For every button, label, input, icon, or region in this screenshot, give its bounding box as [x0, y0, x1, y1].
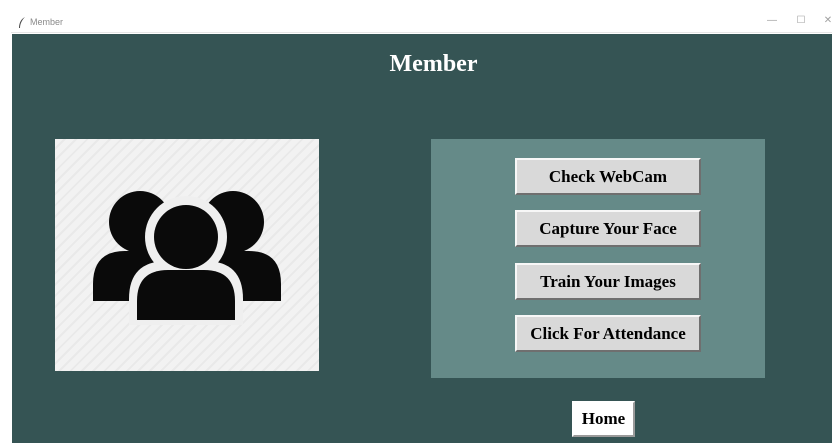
minimize-button[interactable]: —	[765, 15, 779, 27]
train-images-button[interactable]: Train Your Images	[515, 263, 701, 300]
maximize-button[interactable]: ☐	[794, 15, 808, 27]
window-title: Member	[30, 17, 64, 27]
attendance-button[interactable]: Click For Attendance	[515, 315, 701, 352]
feather-icon	[18, 16, 26, 28]
window-titlebar[interactable]: Member — ☐ ✕	[0, 0, 832, 33]
window-border	[0, 0, 11, 443]
close-button[interactable]: ✕	[823, 15, 832, 27]
page-title: Member	[389, 51, 478, 77]
member-image-panel	[55, 139, 319, 371]
home-button[interactable]: Home	[572, 401, 635, 437]
people-group-icon	[93, 191, 281, 325]
actions-panel: Check WebCam Capture Your Face Train You…	[431, 139, 765, 378]
check-webcam-button[interactable]: Check WebCam	[515, 158, 701, 195]
capture-face-button[interactable]: Capture Your Face	[515, 210, 701, 247]
member-window-content: Member Check WebCam Capture Your Face Tr…	[12, 34, 832, 443]
